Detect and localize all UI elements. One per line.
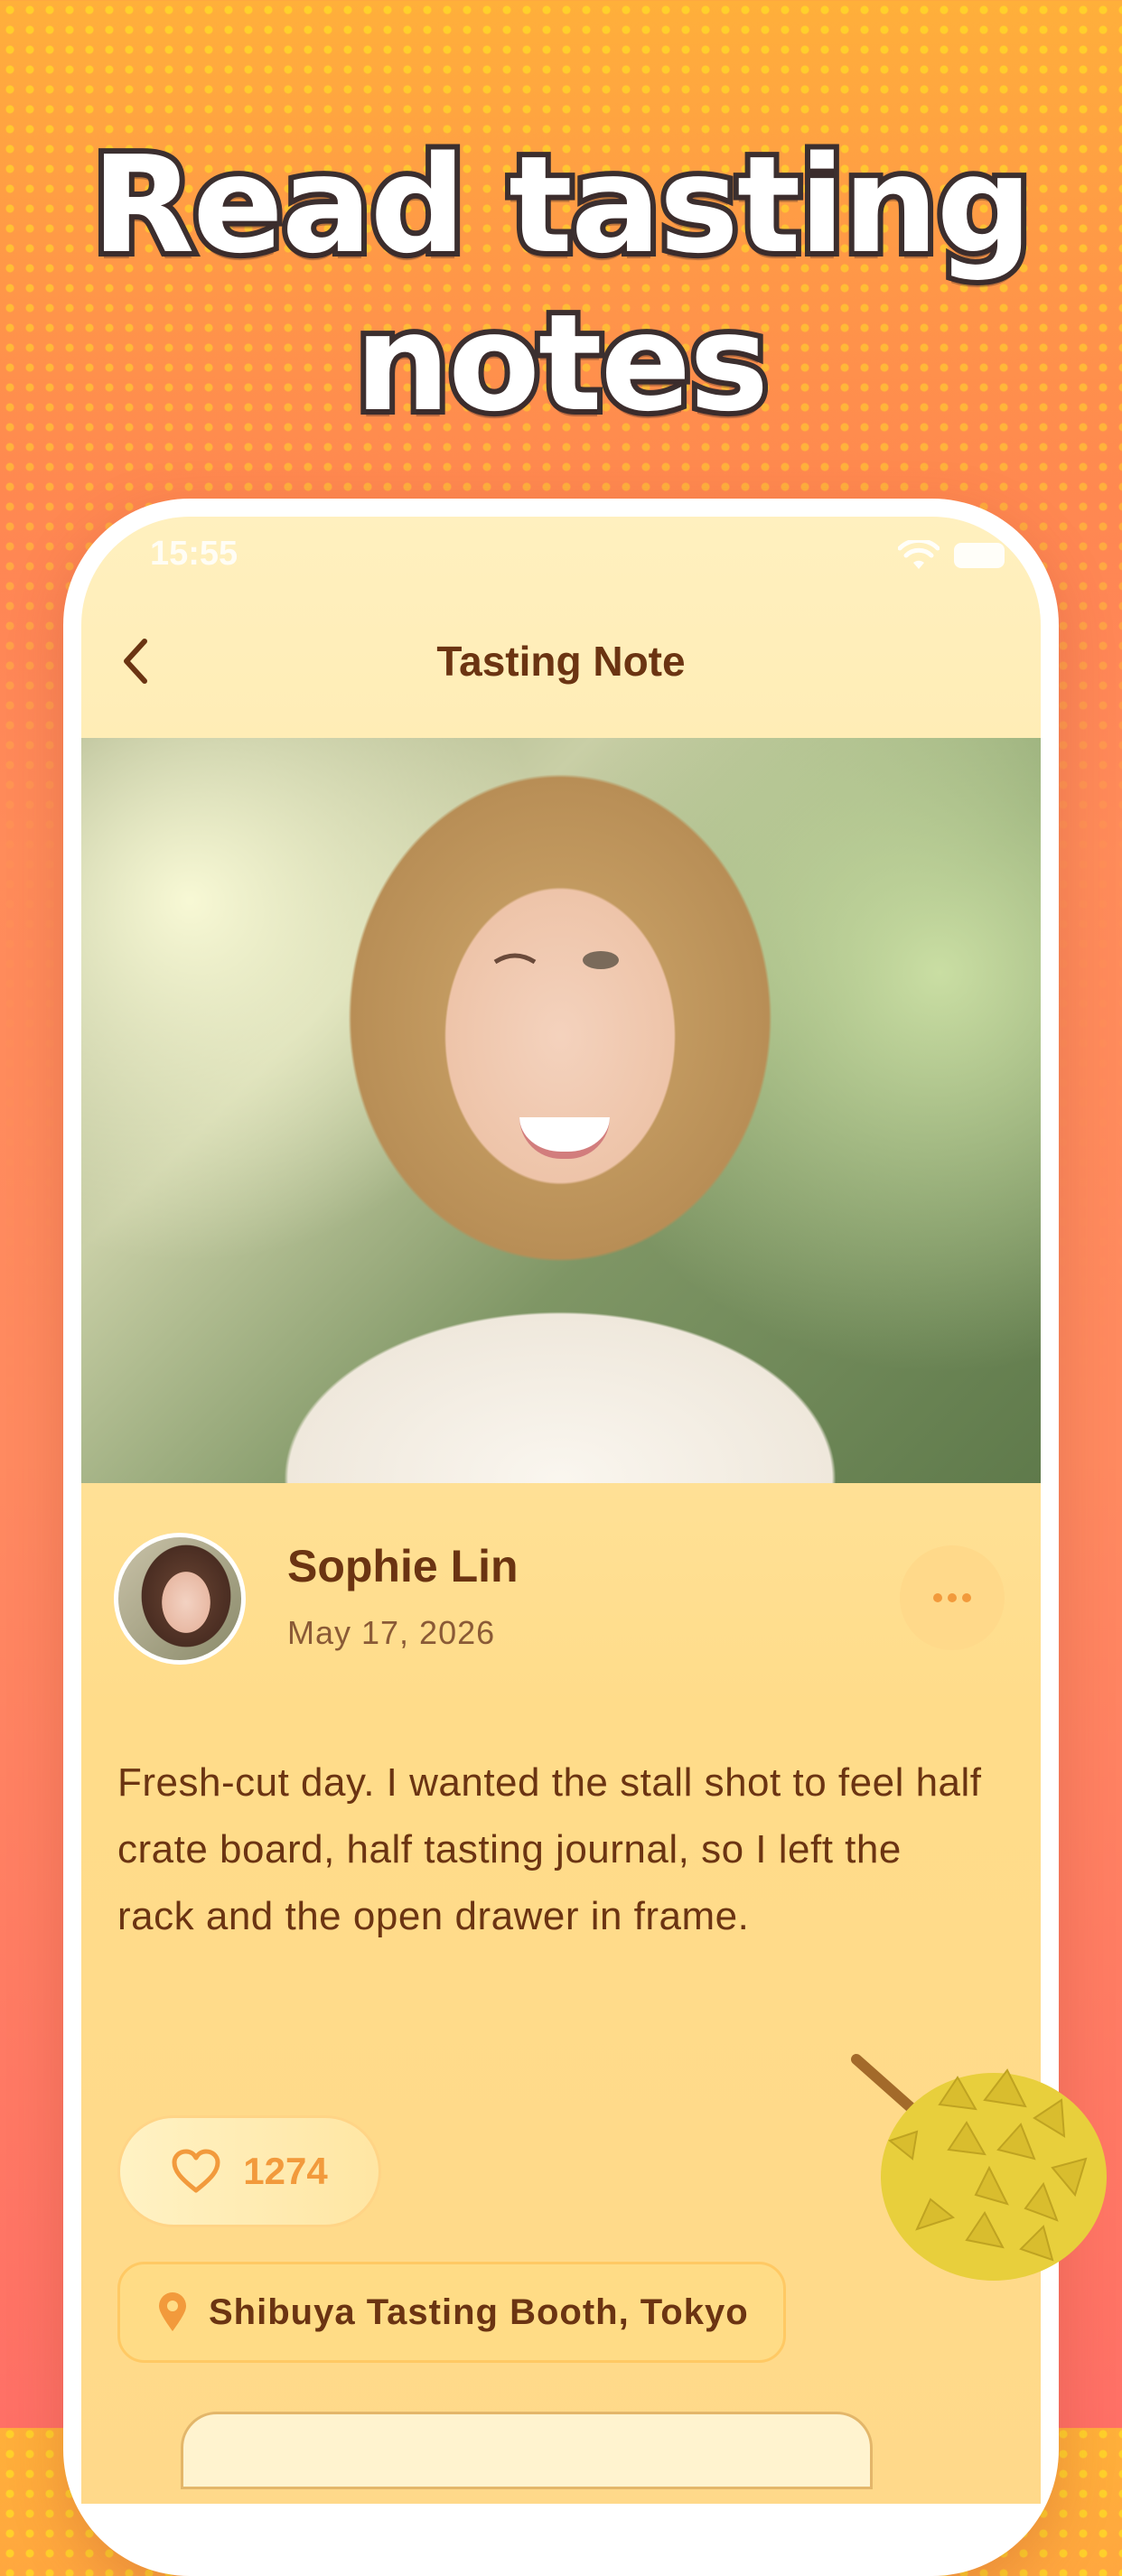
photo-eyes <box>493 951 619 969</box>
more-options-button[interactable] <box>900 1545 1005 1650</box>
back-button[interactable] <box>108 634 163 688</box>
chevron-left-icon <box>124 639 147 684</box>
navbar: Tasting Note <box>81 607 1041 715</box>
avatar[interactable] <box>114 1533 246 1665</box>
headline-line-1: Read tasting <box>86 122 1037 288</box>
author-name[interactable]: Sophie Lin <box>287 1540 519 1592</box>
page-title: Tasting Note <box>436 638 686 685</box>
location-chip[interactable]: Shibuya Tasting Booth, Tokyo <box>117 2262 786 2363</box>
wifi-icon <box>898 540 940 569</box>
location-pin-icon <box>159 2292 186 2331</box>
more-dot-icon <box>962 1593 971 1602</box>
status-icons <box>898 540 1005 571</box>
author-row: Sophie Lin May 17, 2026 <box>81 1533 1041 1677</box>
post-date: May 17, 2026 <box>287 1614 496 1651</box>
tasting-photo[interactable] <box>81 738 1041 1483</box>
heart-icon <box>172 2149 220 2193</box>
promo-headline: Read tasting notes <box>0 122 1122 446</box>
note-body: Fresh-cut day. I wanted the stall shot t… <box>117 1760 982 1938</box>
battery-icon <box>954 543 1005 568</box>
like-count: 1274 <box>243 2150 328 2192</box>
status-time: 15:55 <box>150 535 238 573</box>
more-dot-icon <box>933 1593 942 1602</box>
location-label: Shibuya Tasting Booth, Tokyo <box>209 2291 749 2332</box>
next-section-card <box>181 2412 873 2489</box>
photo-smile <box>519 1117 610 1159</box>
durian-icon <box>851 2054 1107 2281</box>
more-dot-icon <box>948 1593 957 1602</box>
headline-line-2: notes <box>350 280 774 446</box>
like-button[interactable]: 1274 <box>117 2115 381 2227</box>
